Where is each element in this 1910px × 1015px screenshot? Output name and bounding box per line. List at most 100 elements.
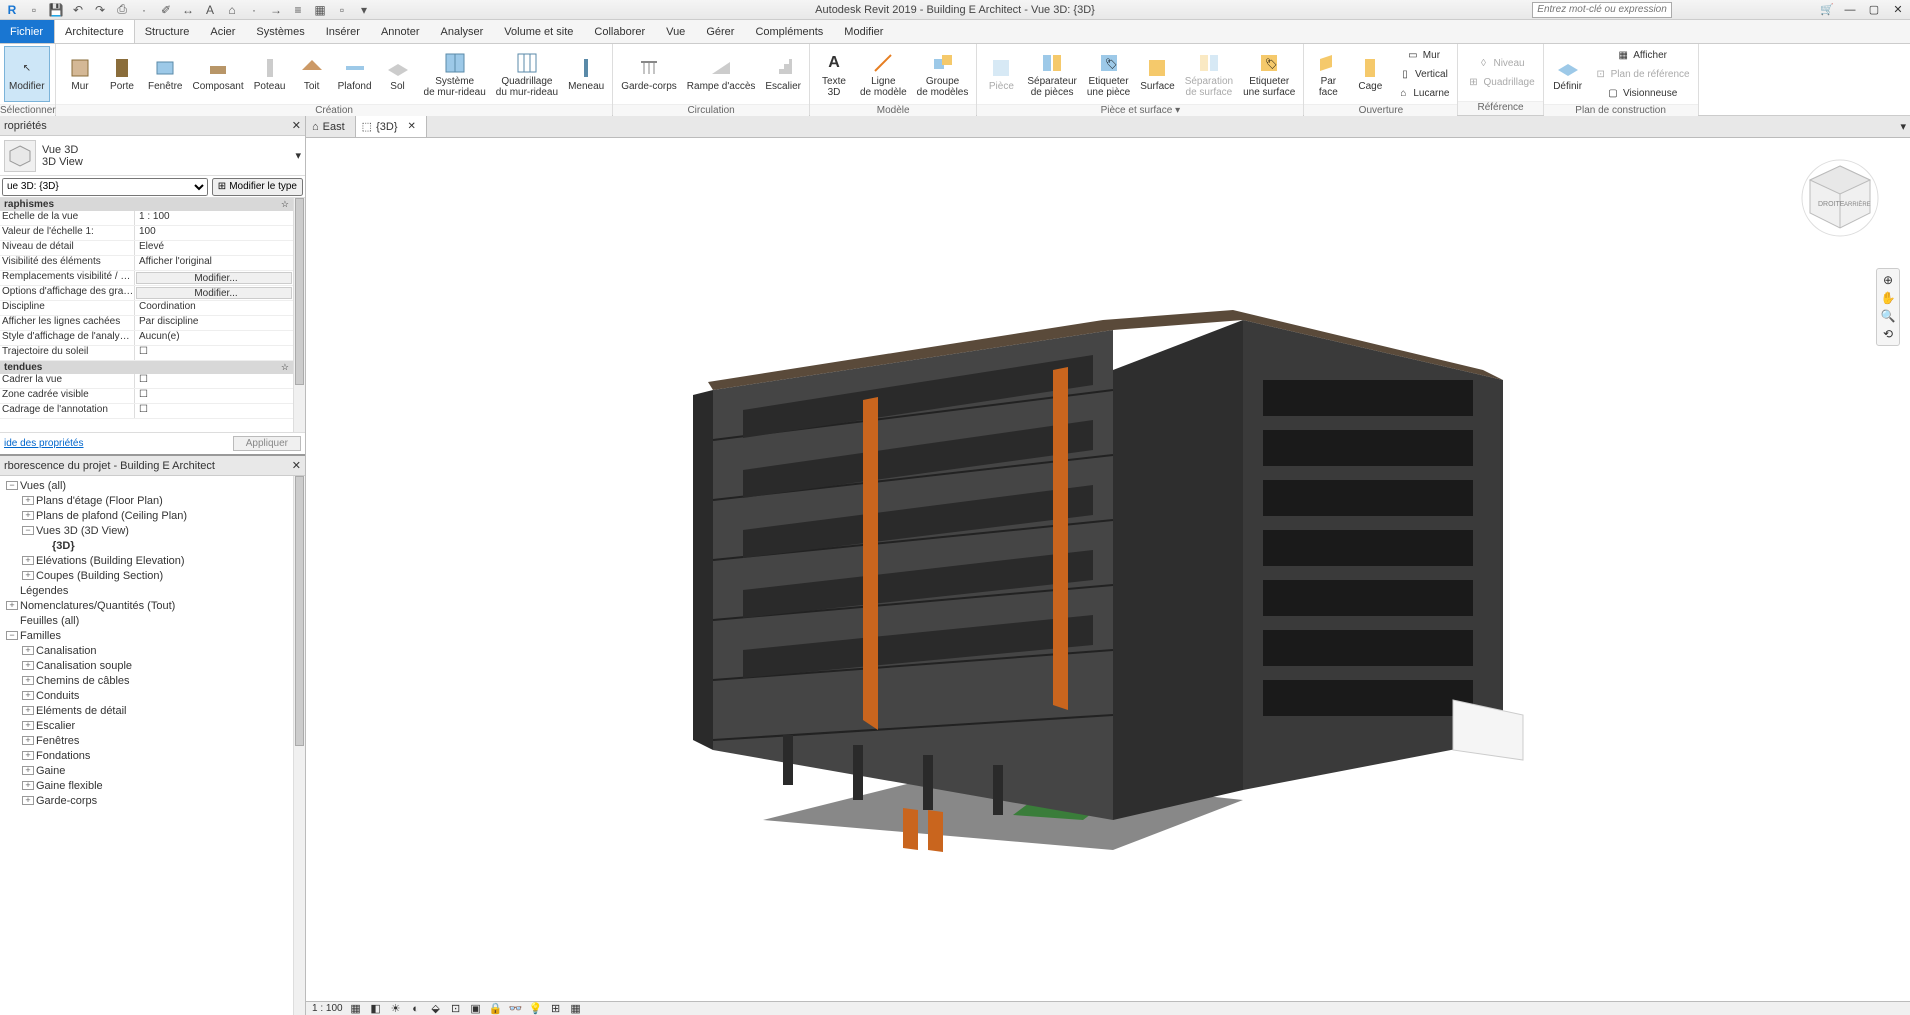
tree-node[interactable]: +Nomenclatures/Quantités (Tout) — [2, 598, 303, 613]
viewer-button[interactable]: ▢Visionneuse — [1590, 84, 1694, 102]
view-tab-3d[interactable]: ⬚{3D}✕ — [356, 116, 427, 137]
area-separator-button[interactable]: Séparation de surface — [1181, 46, 1237, 102]
lock3d-icon[interactable]: 🔒 — [489, 1002, 503, 1015]
property-row[interactable]: Echelle de la vue1 : 100 — [0, 211, 293, 226]
model-text-button[interactable]: ATexte 3D — [814, 46, 854, 102]
railing-button[interactable]: Garde-corps — [617, 46, 681, 102]
column-button[interactable]: Poteau — [250, 46, 290, 102]
tree-node[interactable]: −Vues 3D (3D View) — [2, 523, 303, 538]
area-button[interactable]: Surface — [1136, 46, 1178, 102]
tab-annoter[interactable]: Annoter — [371, 20, 431, 43]
roof-button[interactable]: Toit — [292, 46, 332, 102]
show-workplane-button[interactable]: ▦Afficher — [1590, 46, 1694, 64]
tag-icon[interactable]: ⌂ — [224, 2, 240, 18]
expand-icon[interactable]: + — [22, 676, 34, 685]
3d-viewport[interactable]: DROITE ARRIÈRE ⊕ ✋ 🔍 ⟲ — [306, 138, 1910, 1001]
curtain-grid-button[interactable]: Quadrillage du mur-rideau — [492, 46, 562, 102]
tab-acier[interactable]: Acier — [200, 20, 246, 43]
text-icon[interactable]: A — [202, 2, 218, 18]
expand-icon[interactable]: + — [6, 601, 18, 610]
reveal-icon[interactable]: 💡 — [529, 1002, 543, 1015]
property-group[interactable]: raphismes — [0, 198, 293, 211]
grid-button[interactable]: ⊞Quadrillage — [1462, 73, 1538, 91]
level-button[interactable]: ◊Niveau — [1462, 54, 1538, 72]
property-row[interactable]: DisciplineCoordination — [0, 301, 293, 316]
mullion-button[interactable]: Meneau — [564, 46, 608, 102]
dormer-button[interactable]: ⌂Lucarne — [1392, 84, 1453, 102]
property-row[interactable]: Visibilité des élémentsAfficher l'origin… — [0, 256, 293, 271]
maximize-icon[interactable]: ▢ — [1866, 3, 1882, 17]
tree-node[interactable]: {3D} — [2, 538, 303, 553]
property-row[interactable]: Cadrer la vue — [0, 374, 293, 389]
property-row[interactable]: Options d'affichage des graphi...Modifie… — [0, 286, 293, 301]
expand-icon[interactable]: + — [22, 496, 34, 505]
tree-node[interactable]: +Plans d'étage (Floor Plan) — [2, 493, 303, 508]
window-button[interactable]: Fenêtre — [144, 46, 186, 102]
expand-icon[interactable]: + — [22, 721, 34, 730]
tree-node[interactable]: +Eléments de détail — [2, 703, 303, 718]
room-separator-button[interactable]: Séparateur de pièces — [1023, 46, 1080, 102]
modify-button[interactable]: ↖Modifier — [4, 46, 50, 102]
tree-node[interactable]: +Conduits — [2, 688, 303, 703]
tree-node[interactable]: +Fenêtres — [2, 733, 303, 748]
set-workplane-button[interactable]: Définir — [1548, 46, 1588, 102]
pan-icon[interactable]: ✋ — [1881, 291, 1896, 305]
redo-icon[interactable]: ↷ — [92, 2, 108, 18]
tree-node[interactable]: +Escalier — [2, 718, 303, 733]
tree-node[interactable]: +Gaine — [2, 763, 303, 778]
detail-level-icon[interactable]: ▦ — [349, 1002, 363, 1015]
expand-icon[interactable]: + — [22, 781, 34, 790]
expand-icon[interactable]: + — [22, 751, 34, 760]
tree-node[interactable]: +Plans de plafond (Ceiling Plan) — [2, 508, 303, 523]
property-row[interactable]: Style d'affichage de l'analyse p...Aucun… — [0, 331, 293, 346]
view-cube[interactable]: DROITE ARRIÈRE — [1800, 158, 1880, 238]
tree-node[interactable]: +Fondations — [2, 748, 303, 763]
by-face-button[interactable]: Par face — [1308, 46, 1348, 102]
tab-inserer[interactable]: Insérer — [316, 20, 371, 43]
shadows-icon[interactable]: ◐ — [409, 1003, 423, 1015]
tree-node[interactable]: +Gaine flexible — [2, 778, 303, 793]
switchwin-icon[interactable]: ▾ — [356, 2, 372, 18]
ramp-button[interactable]: Rampe d'accès — [683, 46, 760, 102]
tree-node[interactable]: +Chemins de câbles — [2, 673, 303, 688]
tree-node[interactable]: Feuilles (all) — [2, 613, 303, 628]
section-icon[interactable]: ≡ — [290, 2, 306, 18]
ceiling-button[interactable]: Plafond — [334, 46, 376, 102]
view-tab-east[interactable]: ⌂East — [306, 116, 356, 137]
tab-overflow-icon[interactable]: ▾ — [1896, 116, 1910, 137]
tree-node[interactable]: −Vues (all) — [2, 478, 303, 493]
thinlines-icon[interactable]: ▦ — [312, 2, 328, 18]
visual-style-icon[interactable]: ◧ — [369, 1002, 383, 1015]
cart-icon[interactable]: 🛒 — [1820, 3, 1834, 16]
type-selector[interactable]: Vue 3D3D View ▾ — [0, 136, 305, 176]
zoom-icon[interactable]: 🔍 — [1881, 309, 1896, 323]
room-button[interactable]: Pièce — [981, 46, 1021, 102]
tree-node[interactable]: −Familles — [2, 628, 303, 643]
scrollbar[interactable] — [293, 198, 305, 432]
close-icon[interactable]: ✕ — [1890, 3, 1906, 17]
tab-modifier[interactable]: Modifier — [834, 20, 894, 43]
filter-select[interactable]: ue 3D: {3D} — [2, 178, 208, 196]
tab-analyser[interactable]: Analyser — [431, 20, 495, 43]
crop-icon[interactable]: ⊡ — [449, 1002, 463, 1015]
expand-icon[interactable]: + — [22, 646, 34, 655]
expand-icon[interactable]: − — [6, 481, 18, 490]
expand-icon[interactable]: − — [22, 526, 34, 535]
default3d-icon[interactable]: → — [268, 2, 284, 18]
property-row[interactable]: Remplacements visibilité / gra...Modifie… — [0, 271, 293, 286]
component-button[interactable]: Composant — [188, 46, 247, 102]
analytic-icon[interactable]: ⊞ — [549, 1002, 563, 1015]
door-button[interactable]: Porte — [102, 46, 142, 102]
close-icon[interactable]: ✕ — [292, 459, 301, 472]
tree-node[interactable]: +Elévations (Building Elevation) — [2, 553, 303, 568]
crop-region-icon[interactable]: ▣ — [469, 1002, 483, 1015]
temp-hide-icon[interactable]: 👓 — [509, 1002, 523, 1015]
model-group-button[interactable]: Groupe de modèles — [913, 46, 973, 102]
tab-collaborer[interactable]: Collaborer — [584, 20, 656, 43]
expand-icon[interactable]: + — [22, 556, 34, 565]
print-icon[interactable]: ⎙ — [114, 2, 130, 18]
orbit-icon[interactable]: ⟲ — [1883, 327, 1893, 341]
wall-button[interactable]: Mur — [60, 46, 100, 102]
tab-architecture[interactable]: Architecture — [54, 20, 135, 43]
tab-complements[interactable]: Compléments — [745, 20, 834, 43]
